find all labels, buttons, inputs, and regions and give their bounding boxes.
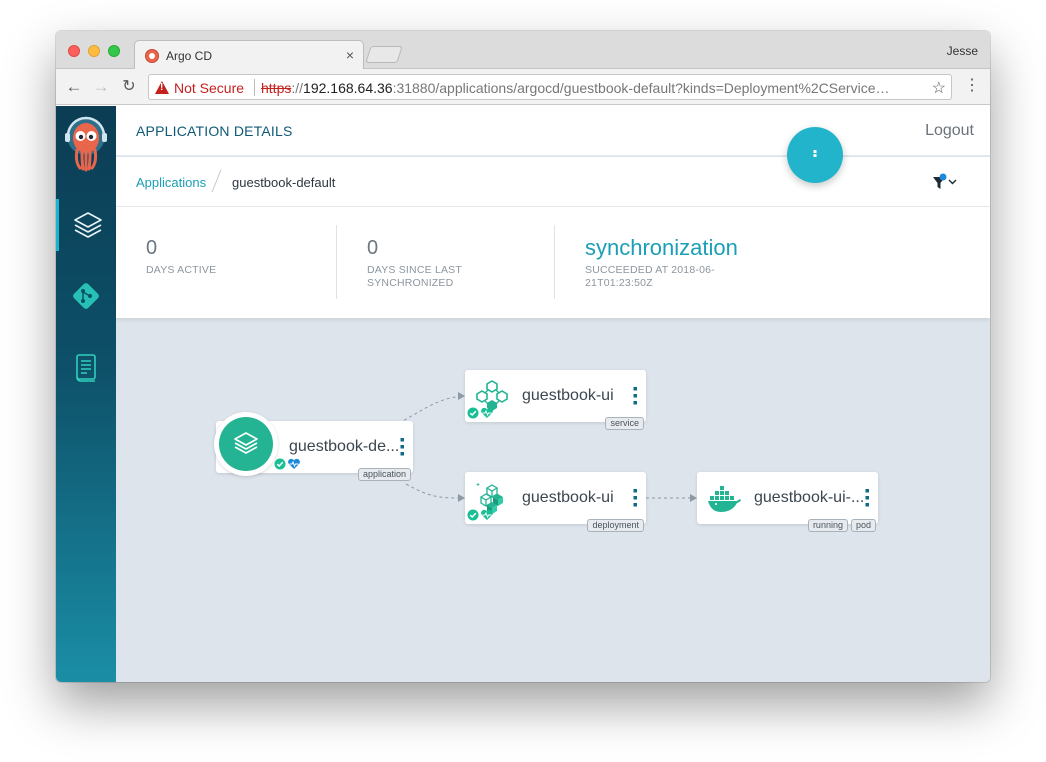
synced-check-icon [274, 458, 286, 470]
bookmark-star-icon[interactable]: ☆ [932, 78, 946, 98]
stat-days-active: 0 DAYS ACTIVE [116, 207, 336, 318]
url-scheme: https [261, 80, 292, 96]
sidebar-item-repositories[interactable] [56, 270, 116, 322]
forward-arrow-icon[interactable]: → [91, 77, 111, 97]
breadcrumb-applications-link[interactable]: Applications [136, 175, 206, 190]
breadcrumb: Applications guestbook-default [116, 157, 990, 207]
graph-node-service[interactable]: guestbook-ui service [465, 370, 646, 430]
stat-label: DAYS SINCE LAST SYNCHRONIZED [367, 264, 462, 289]
docs-icon [76, 354, 96, 382]
kind-tag: pod [850, 519, 876, 532]
status-tag: running [807, 519, 848, 532]
resource-graph: guestbook-de... application guestbook-ui… [116, 318, 990, 682]
browser-menu-icon[interactable]: ⋮ [964, 78, 980, 94]
applications-icon [234, 432, 258, 454]
synced-check-icon [467, 407, 479, 419]
node-status [274, 458, 301, 470]
logout-link[interactable]: Logout [925, 122, 974, 140]
node-tags: deployment [587, 519, 644, 532]
stat-label: SUCCEEDED AT 2018-06-21T01:23:50Z [585, 264, 715, 289]
argo-favicon-icon [145, 49, 159, 63]
synced-check-icon [467, 509, 479, 521]
browser-window: Argo CD × Jesse ← → ↻ Not Secure https:/… [56, 31, 990, 682]
tab-title: Argo CD [166, 49, 213, 63]
sidebar [56, 106, 116, 682]
kind-tag: application [357, 468, 411, 481]
argo-cd-app: APPLICATION DETAILS Logout Applications … [56, 106, 990, 682]
application-node-badge [214, 412, 278, 476]
healthy-heart-icon [481, 509, 493, 520]
sidebar-item-applications[interactable] [56, 199, 116, 251]
actions-fab-button[interactable] [787, 127, 843, 183]
url-host: 192.168.64.36 [303, 80, 393, 96]
kind-tag: deployment [587, 519, 644, 532]
node-status [467, 407, 494, 419]
filter-icon[interactable] [930, 172, 958, 192]
top-bar: APPLICATION DETAILS Logout [116, 106, 990, 156]
url-text[interactable]: https://192.168.64.36:31880/applications… [261, 80, 911, 96]
node-status [467, 509, 494, 521]
stats-panel: 0 DAYS ACTIVE 0 DAYS SINCE LAST SYNCHRON… [116, 207, 990, 318]
node-tags: running pod [807, 519, 876, 532]
tab-strip: Argo CD × Jesse [56, 31, 990, 70]
argo-logo-icon[interactable] [64, 116, 108, 172]
reload-icon[interactable]: ↻ [119, 77, 139, 97]
main-content: APPLICATION DETAILS Logout Applications … [116, 106, 990, 682]
node-label: guestbook-ui [522, 387, 614, 404]
node-tags: service [605, 417, 644, 430]
docker-whale-icon [708, 486, 741, 512]
profile-name[interactable]: Jesse [947, 44, 978, 58]
node-tags: application [357, 468, 411, 481]
browser-tab[interactable]: Argo CD × [134, 40, 364, 70]
omnibox-divider [254, 79, 255, 96]
graph-node-application[interactable]: guestbook-de... application [214, 412, 413, 481]
browser-toolbar: ← → ↻ Not Secure https://192.168.64.36:3… [56, 69, 990, 105]
node-menu-icon[interactable] [633, 387, 637, 405]
stat-label: DAYS ACTIVE [146, 264, 217, 276]
node-label: guestbook-de... [289, 438, 400, 455]
stat-value: 0 [146, 237, 158, 259]
new-tab-button[interactable] [365, 46, 403, 63]
kind-tag: service [605, 417, 644, 430]
graph-node-pod[interactable]: guestbook-ui-... running pod [697, 472, 878, 532]
url-separator: :// [291, 80, 304, 96]
security-label[interactable]: Not Secure [174, 80, 244, 96]
zoom-window-button[interactable] [108, 45, 120, 57]
node-menu-icon[interactable] [400, 438, 404, 456]
breadcrumb-divider [211, 169, 222, 193]
url-path: :31880/applications/argocd/guestbook-def… [392, 80, 890, 96]
node-menu-icon[interactable] [865, 489, 869, 507]
address-bar[interactable]: Not Secure https://192.168.64.36:31880/a… [148, 74, 952, 100]
minimize-window-button[interactable] [88, 45, 100, 57]
more-vert-icon [813, 150, 817, 157]
breadcrumb-current: guestbook-default [232, 175, 336, 190]
back-arrow-icon[interactable]: ← [64, 77, 84, 97]
stat-value: 0 [367, 237, 379, 259]
healthy-heart-icon [481, 407, 493, 418]
node-menu-icon[interactable] [633, 489, 637, 507]
node-label: guestbook-ui-... [754, 489, 865, 506]
sidebar-item-docs[interactable] [56, 342, 116, 394]
close-window-button[interactable] [68, 45, 80, 57]
node-label: guestbook-ui [522, 489, 614, 506]
page-title: APPLICATION DETAILS [136, 123, 293, 139]
stat-synchronization: synchronization SUCCEEDED AT 2018-06-21T… [554, 225, 854, 299]
sync-status-link[interactable]: synchronization [585, 235, 738, 261]
warning-icon [155, 81, 169, 94]
healthy-heart-icon [288, 458, 300, 469]
graph-node-deployment[interactable]: guestbook-ui deployment [465, 472, 646, 532]
stat-days-since-sync: 0 DAYS SINCE LAST SYNCHRONIZED [336, 225, 554, 299]
repositories-icon [73, 283, 99, 309]
tab-close-icon[interactable]: × [346, 47, 354, 63]
applications-icon [73, 212, 102, 238]
